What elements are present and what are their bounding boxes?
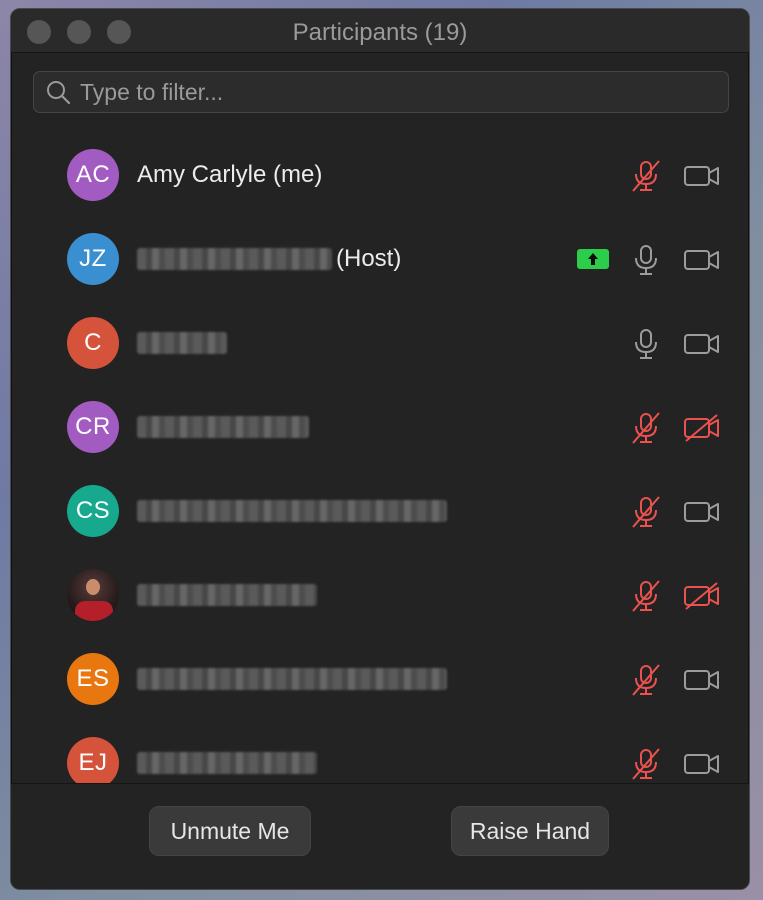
video-icon[interactable] — [683, 749, 721, 779]
video-off-icon[interactable] — [683, 581, 721, 611]
participant-name — [137, 416, 309, 438]
video-icon[interactable] — [683, 245, 721, 275]
participant-row[interactable]: ES — [11, 637, 749, 721]
avatar: CR — [67, 401, 119, 453]
participant-name — [137, 500, 447, 522]
filter-input[interactable] — [80, 78, 728, 106]
title-bar: Participants (19) — [11, 9, 749, 53]
participant-row[interactable] — [11, 553, 749, 637]
mic-muted-icon[interactable] — [629, 159, 663, 193]
participant-row[interactable]: AC Amy Carlyle (me) — [11, 133, 749, 217]
avatar: ES — [67, 653, 119, 705]
mic-muted-icon[interactable] — [629, 747, 663, 781]
mic-muted-icon[interactable] — [629, 411, 663, 445]
video-icon[interactable] — [683, 161, 721, 191]
avatar: EJ — [67, 737, 119, 785]
participant-row[interactable]: CS — [11, 469, 749, 553]
raise-hand-button[interactable]: Raise Hand — [451, 806, 609, 856]
mic-muted-icon[interactable] — [629, 579, 663, 613]
participants-window: Participants (19) AC Amy Carlyle (me) JZ (… — [10, 8, 750, 890]
participant-row[interactable]: C — [11, 301, 749, 385]
video-off-icon[interactable] — [683, 413, 721, 443]
redacted-name — [137, 332, 227, 354]
avatar: C — [67, 317, 119, 369]
participant-row[interactable]: CR — [11, 385, 749, 469]
participant-row[interactable]: EJ — [11, 721, 749, 785]
participant-name — [137, 752, 317, 774]
mic-icon[interactable] — [629, 327, 663, 361]
participant-name: Amy Carlyle (me) — [137, 161, 323, 188]
footer-bar: Unmute Me Raise Hand — [11, 783, 749, 889]
unmute-me-button[interactable]: Unmute Me — [149, 806, 311, 856]
redacted-name — [137, 752, 317, 774]
redacted-name — [137, 668, 447, 690]
host-label: (Host) — [336, 245, 402, 272]
window-title: Participants (19) — [292, 19, 468, 46]
redacted-name — [137, 500, 447, 522]
screen-share-icon — [577, 249, 609, 269]
participant-row[interactable]: JZ (Host) — [11, 217, 749, 301]
participant-name — [137, 332, 227, 354]
video-icon[interactable] — [683, 329, 721, 359]
mic-icon[interactable] — [629, 243, 663, 277]
video-icon[interactable] — [683, 497, 721, 527]
redacted-name — [137, 416, 309, 438]
participant-name: (Host) — [137, 245, 401, 273]
avatar: CS — [67, 485, 119, 537]
participant-list: AC Amy Carlyle (me) JZ (Host) C CR CS ES… — [11, 133, 749, 785]
avatar — [67, 569, 119, 621]
participant-name — [137, 668, 447, 690]
mic-muted-icon[interactable] — [629, 495, 663, 529]
avatar: JZ — [67, 233, 119, 285]
filter-box[interactable] — [33, 71, 729, 113]
search-icon — [47, 81, 71, 105]
mic-muted-icon[interactable] — [629, 663, 663, 697]
video-icon[interactable] — [683, 665, 721, 695]
redacted-name — [137, 248, 332, 270]
avatar: AC — [67, 149, 119, 201]
participant-name — [137, 584, 317, 606]
redacted-name — [137, 584, 317, 606]
